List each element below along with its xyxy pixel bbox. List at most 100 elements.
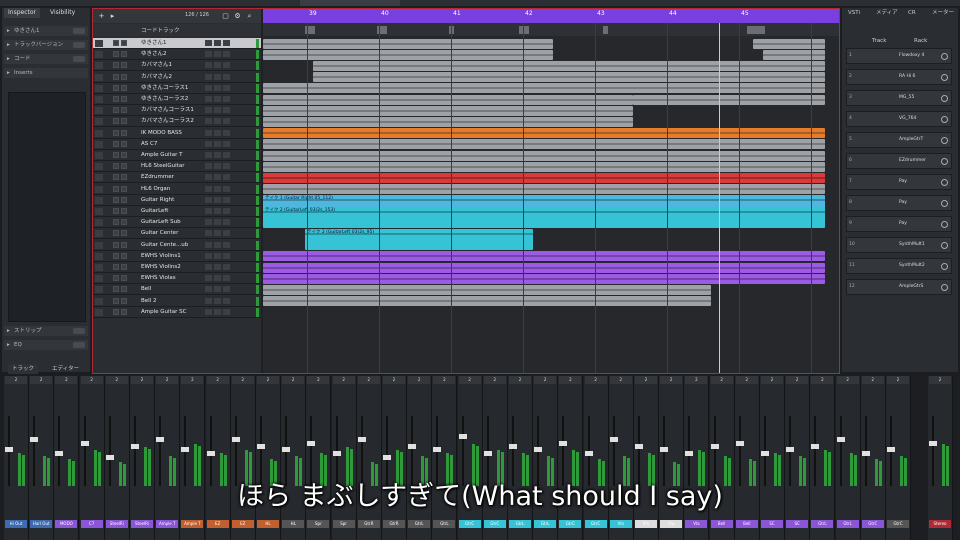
monitor-button[interactable]: [214, 297, 221, 304]
volume-fader[interactable]: [206, 451, 215, 456]
mute-button[interactable]: [113, 163, 119, 170]
settings-icon[interactable]: ⚙: [233, 12, 242, 20]
channel-name[interactable]: Spr: [307, 520, 330, 528]
rack-header[interactable]: Rack: [914, 38, 927, 44]
track-row[interactable]: ゆきさん2: [93, 49, 261, 61]
audio-event[interactable]: [263, 83, 825, 94]
track-row[interactable]: カバマさんコーラス2: [93, 116, 261, 128]
chord-track[interactable]: コードトラック: [93, 24, 261, 36]
edit-button[interactable]: [223, 219, 230, 226]
channel-name[interactable]: SC: [761, 520, 783, 528]
mute-button[interactable]: [113, 129, 119, 136]
tab-media[interactable]: メディア: [876, 8, 898, 18]
edit-button[interactable]: [223, 286, 230, 293]
toggle-icon[interactable]: [73, 56, 85, 62]
mute-button[interactable]: [113, 40, 119, 46]
volume-fader[interactable]: [80, 441, 89, 446]
track-buttons[interactable]: [113, 308, 129, 316]
volume-fader[interactable]: [786, 447, 795, 452]
audio-event[interactable]: [263, 251, 825, 262]
track-controls[interactable]: [205, 73, 232, 82]
monitor-button[interactable]: [214, 96, 221, 102]
track-controls[interactable]: [205, 118, 232, 126]
power-icon[interactable]: [941, 116, 948, 123]
edit-button[interactable]: [223, 62, 230, 69]
arrange-area[interactable]: 39 40 41 42 43 44 45 テイク 1 (Guitar Right 05_11…: [263, 9, 839, 373]
tab-visibility[interactable]: Visibility: [46, 8, 79, 18]
track-row[interactable]: EWHS Violins2: [93, 262, 261, 273]
mixer-channel[interactable]: 2 EZ: [205, 376, 231, 540]
record-button[interactable]: [205, 174, 212, 181]
channel-name[interactable]: GtrR: [383, 520, 405, 528]
channel-name[interactable]: SteelRi: [105, 520, 128, 528]
instrument-slot[interactable]: 5 AmpleGtrT: [846, 132, 952, 148]
mixer-channel[interactable]: 2 GtrL: [407, 376, 433, 540]
channel-name[interactable]: Vla: [660, 520, 683, 528]
mixer-channel[interactable]: 2 GtrL: [810, 376, 836, 540]
record-button[interactable]: [205, 230, 212, 237]
channel-name[interactable]: Vla: [685, 520, 708, 528]
power-icon[interactable]: [941, 179, 948, 186]
mixer-channel[interactable]: 2 Spr: [306, 376, 332, 540]
mixer-channel[interactable]: 2 Vla: [659, 376, 685, 540]
track-controls[interactable]: [205, 40, 232, 48]
record-button[interactable]: [205, 118, 212, 125]
solo-button[interactable]: [121, 286, 127, 293]
mixer-channel[interactable]: 2 GtrL: [533, 376, 559, 540]
solo-button[interactable]: [121, 185, 127, 192]
mixer-channel[interactable]: 2 HL: [281, 376, 307, 540]
track-row[interactable]: カバマさん1: [93, 60, 261, 72]
record-button[interactable]: [205, 62, 212, 69]
track-controls[interactable]: [205, 219, 232, 227]
edit-button[interactable]: [223, 297, 230, 304]
monitor-button[interactable]: [214, 308, 221, 315]
toggle-icon[interactable]: [73, 42, 85, 48]
audio-event[interactable]: [263, 139, 825, 150]
solo-button[interactable]: [121, 129, 127, 136]
channel-name[interactable]: EZ: [231, 520, 254, 528]
monitor-button[interactable]: [214, 264, 221, 270]
track-buttons[interactable]: [113, 230, 129, 237]
edit-button[interactable]: [223, 230, 230, 237]
solo-button[interactable]: [121, 118, 127, 125]
mixer-channel[interactable]: 2 SC: [760, 376, 785, 540]
mixer-channel[interactable]: 2 Vla: [684, 376, 710, 540]
track-buttons[interactable]: [113, 275, 129, 282]
channel-name[interactable]: C7: [80, 520, 103, 528]
mixer-channel[interactable]: 2 SC: [785, 376, 811, 540]
track-buttons[interactable]: [113, 129, 129, 137]
audio-event[interactable]: [263, 161, 825, 172]
mixer-channel[interactable]: 2 GtrL: [508, 376, 533, 540]
mixer-channel[interactable]: 2 Ample T: [155, 376, 181, 540]
section-chord[interactable]: コード: [4, 54, 88, 64]
record-button[interactable]: [205, 264, 212, 270]
mute-button[interactable]: [113, 252, 119, 259]
audio-event[interactable]: [753, 38, 825, 49]
volume-fader[interactable]: [735, 441, 744, 446]
volume-fader[interactable]: [307, 441, 316, 446]
timeline-ruler[interactable]: 39 40 41 42 43 44 45: [263, 9, 839, 23]
track-row[interactable]: HL6 Organ: [93, 184, 261, 195]
channel-name[interactable]: Spr: [332, 520, 355, 528]
track-controls[interactable]: [205, 252, 232, 261]
mute-button[interactable]: [113, 185, 119, 192]
mixer-channel[interactable]: 2 Harl Out: [29, 376, 55, 540]
track-row[interactable]: ゆきさん1: [93, 38, 261, 49]
record-button[interactable]: [205, 241, 212, 248]
monitor-button[interactable]: [214, 118, 221, 125]
audio-event[interactable]: テイク 2 (GuitarLeft 03(2s_153): [263, 206, 825, 228]
track-controls[interactable]: [205, 264, 232, 272]
audio-event[interactable]: [263, 273, 825, 284]
instrument-slot[interactable]: 4 VG_764: [846, 111, 952, 127]
track-row[interactable]: EWHS Violins1: [93, 251, 261, 262]
mute-button[interactable]: [113, 219, 119, 226]
mixer-channel[interactable]: 2 GtrC: [583, 376, 609, 540]
edit-button[interactable]: [223, 174, 230, 181]
mute-button[interactable]: [113, 107, 119, 114]
volume-fader[interactable]: [408, 444, 417, 449]
track-controls[interactable]: [205, 163, 232, 171]
solo-button[interactable]: [121, 219, 127, 226]
monitor-button[interactable]: [214, 51, 221, 58]
mute-button[interactable]: [113, 140, 119, 147]
channel-name[interactable]: GtrL: [836, 520, 859, 528]
